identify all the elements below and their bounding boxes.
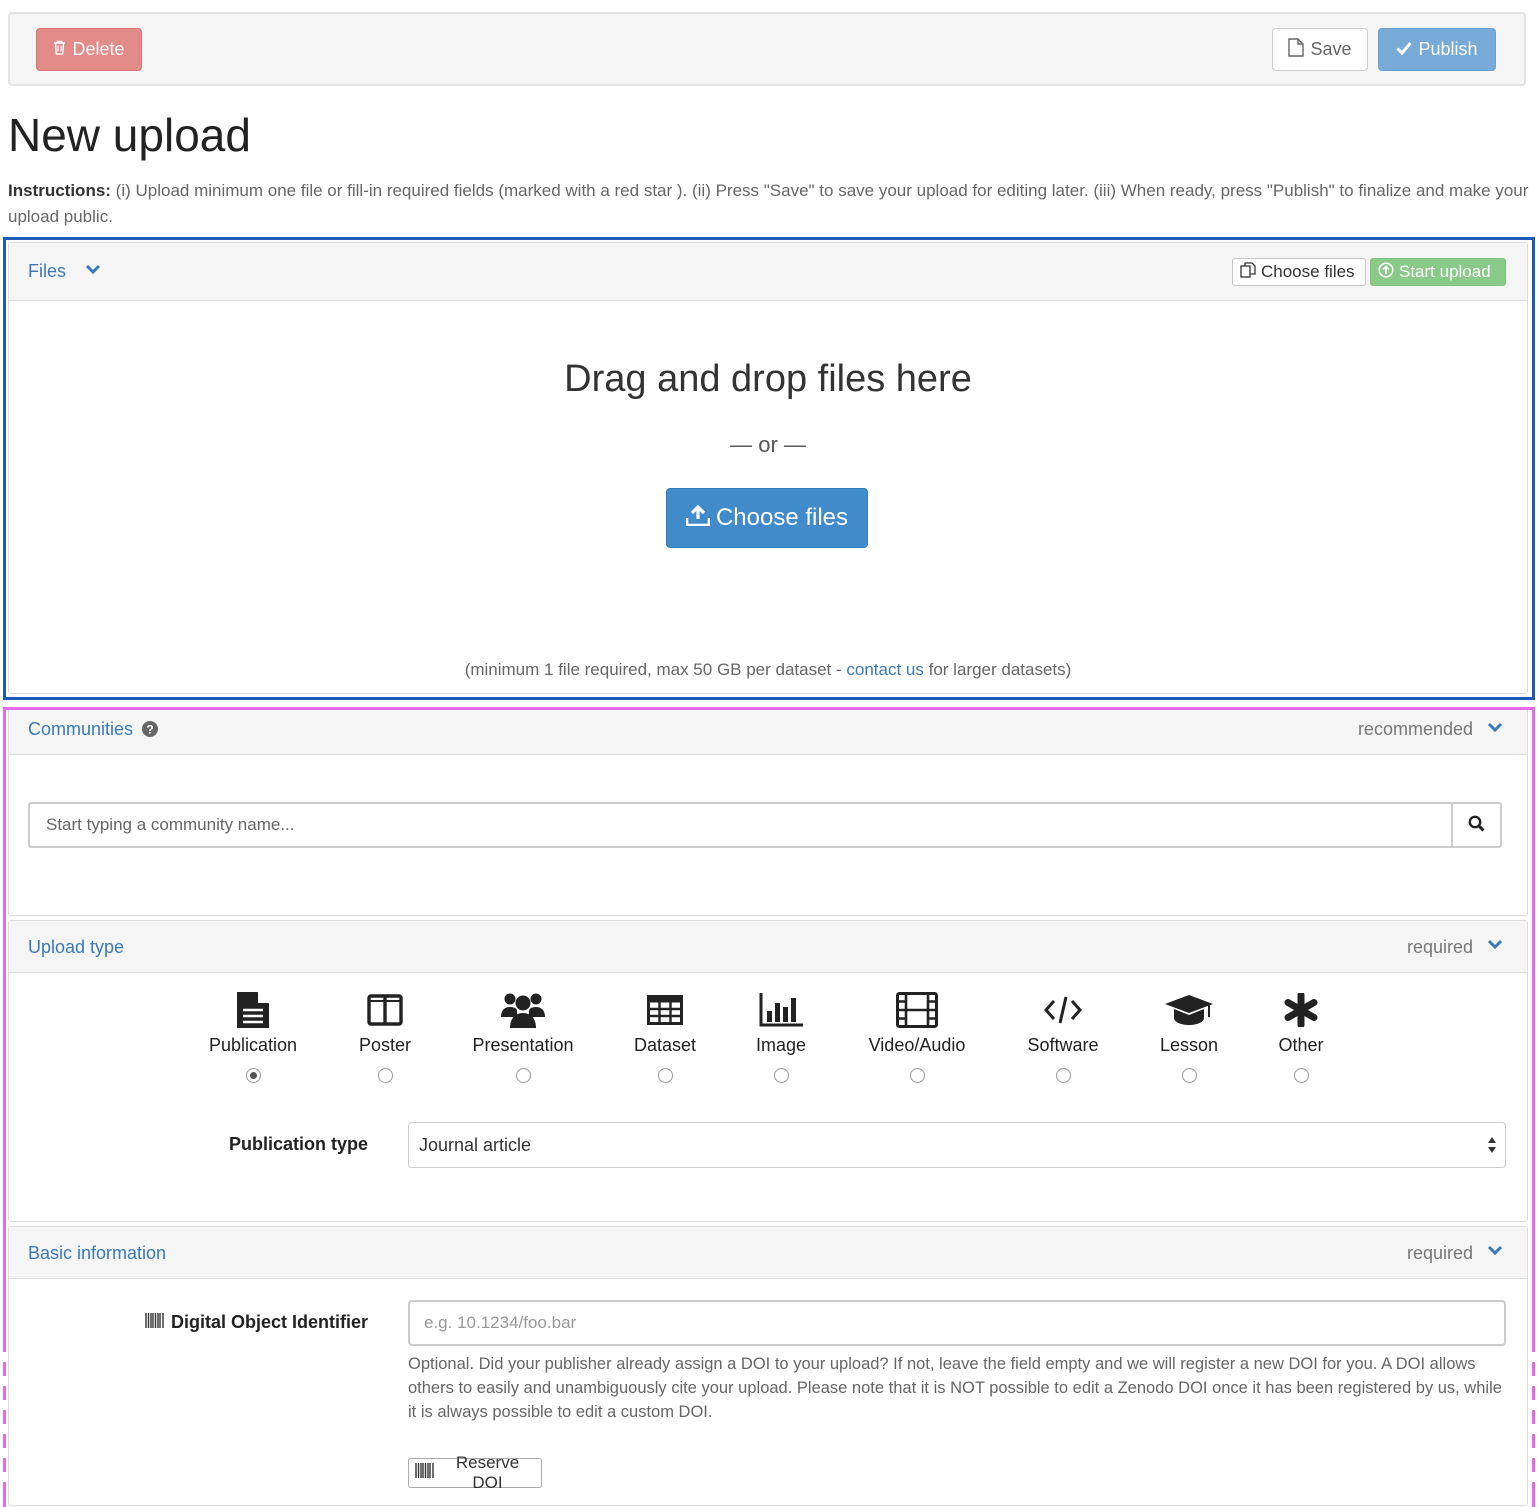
delete-label: Delete xyxy=(72,39,125,59)
action-toolbar: Delete Save Publish xyxy=(8,12,1526,86)
metadata-section-highlight xyxy=(3,707,1535,1507)
instructions: Instructions: (i) Upload minimum one fil… xyxy=(8,178,1532,230)
metadata-section-highlight-dashed-right xyxy=(1532,1352,1535,1494)
delete-button[interactable]: Delete xyxy=(36,28,142,71)
instructions-label: Instructions: xyxy=(8,181,111,200)
check-icon xyxy=(1396,39,1413,60)
metadata-section-highlight-dashed-left xyxy=(3,1352,6,1494)
file-icon xyxy=(1288,37,1305,62)
page-title: New upload xyxy=(8,109,251,161)
files-section-highlight xyxy=(3,237,1535,700)
trash-icon xyxy=(53,39,66,60)
publish-button[interactable]: Publish xyxy=(1378,28,1496,71)
save-label: Save xyxy=(1310,39,1352,59)
publish-label: Publish xyxy=(1418,39,1478,59)
save-button[interactable]: Save xyxy=(1272,28,1368,71)
instructions-text: (i) Upload minimum one file or fill-in r… xyxy=(8,181,1529,226)
